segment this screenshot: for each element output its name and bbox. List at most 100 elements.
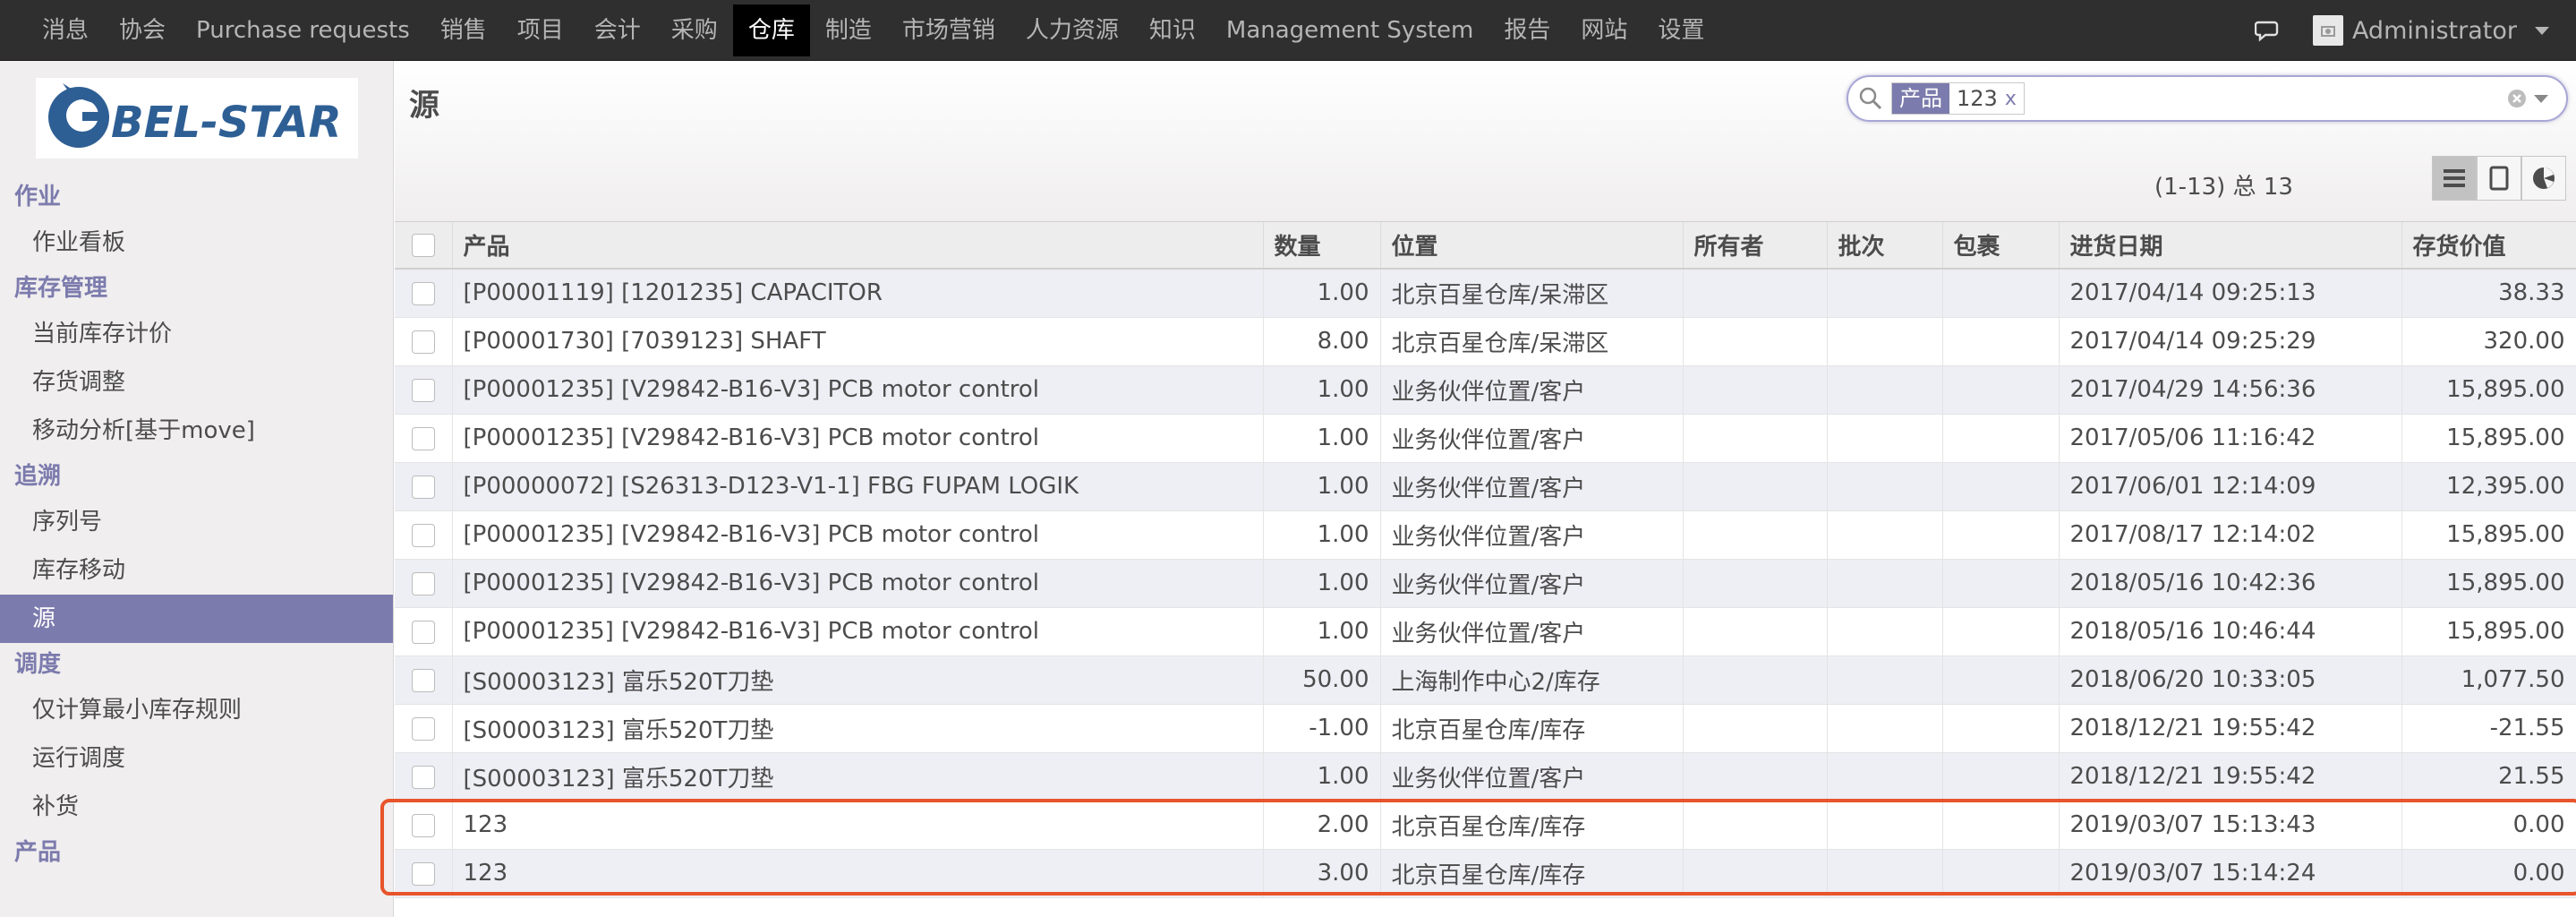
table-cell: 2.00 (1263, 801, 1381, 850)
table-row[interactable]: [S00003123] 富乐520T刀垫 -1.00 北京百星仓库/库存 2018/1… (395, 704, 2576, 753)
nav-item[interactable]: 人力资源 (1011, 4, 1134, 56)
chat-icon[interactable] (2250, 13, 2286, 48)
nav-item[interactable]: 市场营销 (887, 4, 1011, 56)
nav-item[interactable]: 会计 (579, 4, 656, 56)
sidebar-item[interactable]: 源 (0, 595, 393, 643)
clear-search-icon[interactable] (2505, 87, 2529, 110)
table-cell: 1.00 (1263, 559, 1381, 608)
column-header[interactable]: 数量 (1263, 222, 1381, 270)
search-box[interactable]: 产品 123 x (1847, 75, 2568, 122)
table-row[interactable]: [P00001235] [V29842-B16-V3] PCB motor co… (395, 559, 2576, 608)
row-checkbox[interactable] (411, 475, 435, 499)
sidebar-item[interactable]: 库存移动 (0, 546, 393, 595)
column-header[interactable]: 进货日期 (2059, 222, 2402, 270)
table-row[interactable]: 123 3.00 北京百星仓库/库存 2019/03/07 15:14:24 0.00 (395, 849, 2576, 898)
table-row[interactable]: 123 2.00 北京百星仓库/库存 2019/03/07 15:13:43 0.00 (395, 801, 2576, 850)
user-menu[interactable]: Administrator (2312, 15, 2549, 46)
nav-item[interactable]: 消息 (27, 4, 104, 56)
table-cell: [S00003123] 富乐520T刀垫 (452, 752, 1264, 801)
sidebar-item[interactable]: 移动分析[基于move] (0, 407, 393, 455)
sidebar-item[interactable]: 存货调整 (0, 358, 393, 407)
row-select-cell (395, 752, 453, 801)
table-cell: 320.00 (2401, 317, 2576, 366)
table-cell: 15,895.00 (2401, 414, 2576, 463)
sidebar-item[interactable]: 仅计算最小库存规则 (0, 686, 393, 734)
sidebar-item[interactable]: 序列号 (0, 498, 393, 546)
table-cell: [S00003123] 富乐520T刀垫 (452, 704, 1264, 753)
row-checkbox[interactable] (411, 378, 435, 402)
nav-item[interactable]: 销售 (425, 4, 502, 56)
column-header[interactable]: 存货价值 (2401, 222, 2576, 270)
nav-item[interactable]: 采购 (656, 4, 733, 56)
company-logo[interactable]: BEL-STAR (35, 78, 358, 159)
nav-item[interactable]: 网站 (1565, 4, 1642, 56)
select-all-checkbox[interactable] (411, 234, 435, 257)
row-checkbox[interactable] (411, 571, 435, 596)
table-cell (1827, 656, 1943, 705)
table-row[interactable]: [S00003123] 富乐520T刀垫 50.00 上海制作中心2/库存 2018/… (395, 656, 2576, 705)
table-cell: 2019/03/07 15:13:43 (2059, 801, 2402, 850)
column-header[interactable]: 产品 (452, 222, 1264, 270)
table-cell (1942, 414, 2060, 463)
table-row[interactable]: [P00001235] [V29842-B16-V3] PCB motor co… (395, 510, 2576, 560)
nav-item[interactable]: 设置 (1642, 4, 1719, 56)
search-facet[interactable]: 产品 123 x (1891, 82, 2025, 115)
nav-item[interactable]: Purchase requests (181, 4, 425, 56)
table-row[interactable]: [P00001235] [V29842-B16-V3] PCB motor co… (395, 365, 2576, 415)
table-cell: 北京百星仓库/呆滞区 (1380, 317, 1684, 366)
table-cell: 北京百星仓库/库存 (1380, 801, 1684, 850)
table-cell: 8.00 (1263, 317, 1381, 366)
table-row[interactable]: [P00000072] [S26313-D123-V1-1] FBG FUPAM… (395, 462, 2576, 511)
row-checkbox[interactable] (411, 813, 435, 837)
table-row[interactable]: [S00003123] 富乐520T刀垫 1.00 业务伙伴位置/客户 2018/12… (395, 752, 2576, 801)
nav-item[interactable]: 协会 (104, 4, 181, 56)
row-checkbox[interactable] (411, 861, 435, 886)
search-options-chevron-icon[interactable] (2534, 94, 2548, 103)
facet-label: 产品 (1892, 83, 1949, 114)
facet-remove-icon[interactable]: x (2005, 88, 2024, 110)
table-cell (1942, 656, 2060, 705)
row-checkbox[interactable] (411, 523, 435, 547)
table-cell (1827, 704, 1943, 753)
form-view-button[interactable] (2477, 156, 2521, 201)
column-header[interactable]: 位置 (1380, 222, 1684, 270)
search-input[interactable] (2031, 81, 2505, 116)
row-checkbox[interactable] (411, 281, 435, 305)
table-cell (1827, 607, 1943, 656)
table-cell (1942, 607, 2060, 656)
select-all-cell (395, 222, 453, 270)
view-switcher (2432, 156, 2566, 201)
column-header[interactable]: 包裹 (1942, 222, 2060, 270)
sidebar-item[interactable]: 作业看板 (0, 219, 393, 267)
table-cell: 123 (452, 849, 1264, 898)
table-row[interactable]: [P00001119] [1201235] CAPACITOR 1.00 北京百星仓… (395, 269, 2576, 318)
column-header[interactable]: 所有者 (1683, 222, 1828, 270)
row-checkbox[interactable] (411, 716, 435, 741)
nav-item[interactable]: 知识 (1134, 4, 1211, 56)
sidebar-item[interactable]: 补货 (0, 783, 393, 831)
table-row[interactable]: [P00001730] [7039123] SHAFT 8.00 北京百星仓库/呆滞… (395, 317, 2576, 366)
row-checkbox[interactable] (411, 330, 435, 354)
graph-view-button[interactable] (2521, 156, 2566, 201)
column-header[interactable]: 批次 (1827, 222, 1943, 270)
table-cell (1683, 801, 1828, 850)
table-cell (1827, 462, 1943, 511)
table-cell: 3.00 (1263, 849, 1381, 898)
sidebar: BEL-STAR 作业 作业看板 库存管理 当前库存计价 存货调整 移动分析[基于move… (0, 61, 394, 917)
nav-item[interactable]: 制造 (810, 4, 887, 56)
list-view-button[interactable] (2432, 156, 2477, 201)
row-checkbox[interactable] (411, 620, 435, 644)
nav-item[interactable]: 项目 (502, 4, 579, 56)
nav-item[interactable]: 报告 (1488, 4, 1565, 56)
sidebar-item[interactable]: 运行调度 (0, 734, 393, 783)
row-checkbox[interactable] (411, 668, 435, 692)
sidebar-item[interactable]: 当前库存计价 (0, 310, 393, 358)
row-checkbox[interactable] (411, 765, 435, 789)
pager-value: (1-13) 总 13 (2154, 174, 2293, 201)
table-row[interactable]: [P00001235] [V29842-B16-V3] PCB motor co… (395, 607, 2576, 656)
nav-item[interactable]: 仓库 (732, 4, 810, 56)
table-row[interactable]: [P00001235] [V29842-B16-V3] PCB motor co… (395, 414, 2576, 463)
row-checkbox[interactable] (411, 426, 435, 450)
table-cell: 1,077.50 (2401, 656, 2576, 705)
nav-item[interactable]: Management System (1211, 4, 1489, 56)
